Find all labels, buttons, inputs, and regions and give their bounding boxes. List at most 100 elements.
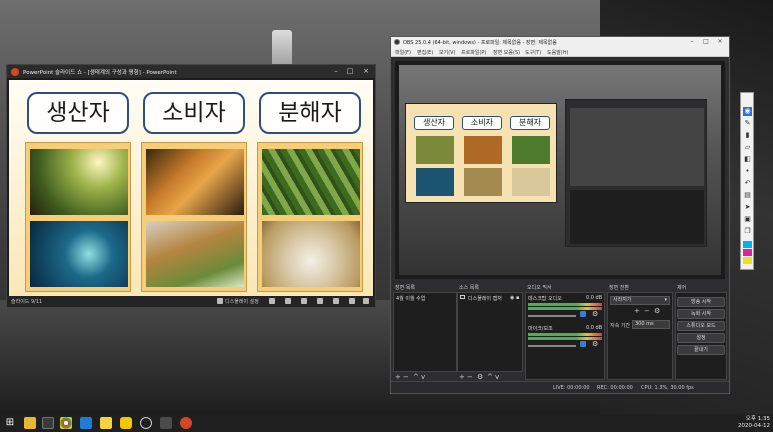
obs-taskbar-icon[interactable] (140, 417, 152, 429)
transition-select[interactable]: 사라지기 ▾ (610, 296, 670, 305)
duration-input[interactable]: 300 ms (632, 320, 670, 329)
mixer-channel-name: 마이크/보조 (528, 326, 553, 332)
tiger-image (146, 149, 244, 215)
powerpoint-taskbar-icon[interactable] (180, 417, 192, 429)
magenta-color-swatch[interactable] (743, 249, 752, 256)
nested-concept-consumer: 소비자 (462, 116, 502, 130)
fit-slide-icon[interactable] (363, 298, 369, 304)
slideshow-icon[interactable] (317, 298, 323, 304)
scene-add-icon[interactable]: + (395, 373, 401, 381)
menu-file[interactable]: 파일(F) (395, 49, 411, 56)
gear-icon[interactable]: ⚙ (592, 340, 598, 348)
start-recording-button[interactable]: 녹화 시작 (677, 309, 725, 319)
settings-button[interactable]: 설정 (677, 333, 725, 343)
yellow-color-swatch[interactable] (743, 257, 752, 264)
exit-button[interactable]: 끝내기 (677, 345, 725, 355)
volume-slider[interactable] (528, 345, 576, 347)
edge-icon[interactable] (80, 417, 92, 429)
normal-view-icon[interactable] (269, 298, 275, 304)
source-add-icon[interactable]: + (459, 373, 465, 381)
preview-capture: 생산자 소비자 분해자 (399, 65, 721, 275)
minimize-icon[interactable]: – (331, 67, 341, 76)
maximize-icon[interactable]: □ (701, 38, 711, 46)
audio-meter (528, 337, 602, 340)
rec-timer: REC: 00:00:00 (597, 385, 633, 391)
undo-icon[interactable]: ↶ (743, 179, 752, 188)
menu-edit[interactable]: 편집(E) (417, 49, 433, 56)
speaker-icon[interactable] (580, 341, 586, 347)
sources-panel[interactable]: 디스플레이 캡처 ◉ ▪ (457, 292, 523, 372)
display-settings-icon[interactable] (217, 298, 223, 304)
menu-view[interactable]: 보기(V) (439, 49, 456, 56)
menu-scene-collection[interactable]: 장면 모음(S) (493, 49, 520, 56)
volume-slider[interactable] (528, 315, 576, 317)
studio-mode-button[interactable]: 스튜디오 모드 (677, 321, 725, 331)
cyan-color-swatch[interactable] (743, 241, 752, 248)
obs-preview[interactable]: 생산자 소비자 분해자 (395, 61, 725, 279)
transition-remove-icon[interactable]: − (644, 307, 650, 315)
marker-icon[interactable]: ▮ (743, 131, 752, 140)
zoom-in-icon[interactable] (349, 298, 355, 304)
sources-dock-title: 소스 목록 (459, 285, 479, 291)
eraser-icon[interactable]: ◧ (743, 155, 752, 164)
scene-up-icon[interactable]: ^ (413, 373, 419, 381)
slide-sorter-icon[interactable] (285, 298, 291, 304)
nested-algae-image (416, 168, 454, 196)
close-icon[interactable]: × (361, 67, 371, 76)
maximize-icon[interactable]: □ (345, 67, 355, 76)
source-settings-icon[interactable]: ⚙ (477, 373, 483, 381)
scenes-panel[interactable]: 4월 이월 수업 (393, 292, 457, 372)
start-streaming-button[interactable]: 방송 시작 (677, 297, 725, 307)
display-settings-label[interactable]: 디스플레이 설정 (225, 298, 259, 305)
store-icon[interactable] (42, 417, 54, 429)
cursor-icon[interactable]: ➤ (743, 203, 752, 212)
source-remove-icon[interactable]: − (467, 373, 473, 381)
pen-icon[interactable]: ✎ (743, 119, 752, 128)
source-item[interactable]: 디스플레이 캡처 (468, 295, 502, 302)
transition-settings-icon[interactable]: ⚙ (654, 307, 660, 315)
cpu-fps: CPU: 1.3%, 30.00 fps (641, 385, 694, 391)
zoom-out-icon[interactable] (333, 298, 339, 304)
chrome-icon[interactable] (60, 417, 72, 429)
scene-down-icon[interactable]: v (421, 373, 425, 381)
lock-icon[interactable]: ▪ (516, 295, 519, 301)
powerpoint-window[interactable]: PowerPoint 슬라이드 쇼 - [생태계의 구성과 평형] - Powe… (6, 64, 376, 308)
consumer-column (141, 142, 247, 292)
highlighter-icon[interactable]: ▱ (743, 143, 752, 152)
menu-help[interactable]: 도움말(H) (547, 49, 568, 56)
windows-start-icon[interactable]: ⊞ (4, 417, 16, 429)
nested-concept-decomposer: 분해자 (510, 116, 550, 130)
obs-titlebar[interactable]: OBS 25.0.4 (64-bit, windows) - 프로파일: 제목없… (391, 37, 729, 47)
file-explorer-icon[interactable] (24, 417, 36, 429)
system-clock[interactable]: 오후 1:35 2020-04-12 (736, 416, 770, 430)
eye-icon[interactable]: ◉ (743, 107, 752, 116)
scene-remove-icon[interactable]: − (403, 373, 409, 381)
source-up-icon[interactable]: ^ (487, 373, 493, 381)
menu-tools[interactable]: 도구(T) (525, 49, 541, 56)
close-icon[interactable]: × (715, 38, 725, 46)
transition-add-icon[interactable]: + (634, 307, 640, 315)
ppt-titlebar[interactable]: PowerPoint 슬라이드 쇼 - [생태계의 구성과 평형] - Powe… (7, 65, 375, 78)
transitions-panel: 사라지기 ▾ + − ⚙ 지속 기간 300 ms (607, 292, 673, 380)
nested-mold-image (512, 168, 550, 196)
visibility-eye-icon[interactable]: ◉ (510, 295, 514, 301)
gear-icon[interactable]: ⚙ (592, 310, 598, 318)
menu-profile[interactable]: 프로파일(P) (461, 49, 486, 56)
scene-item[interactable]: 4월 이월 수업 (396, 295, 425, 302)
minimize-icon[interactable]: – (687, 38, 697, 46)
pen-app-icon[interactable] (160, 417, 172, 429)
dot-icon[interactable]: • (743, 167, 752, 176)
kakaotalk-icon[interactable] (120, 417, 132, 429)
copy-icon[interactable]: ❐ (743, 227, 752, 236)
obs-window[interactable]: OBS 25.0.4 (64-bit, windows) - 프로파일: 제목없… (390, 36, 730, 394)
source-down-icon[interactable]: v (495, 373, 499, 381)
clipboard-icon[interactable]: ▣ (743, 215, 752, 224)
concept-consumer: 소비자 (143, 92, 245, 134)
live-timer: LIVE: 00:00:00 (553, 385, 590, 391)
nested-seedling-image (416, 136, 454, 164)
slide-canvas[interactable]: 생산자 소비자 분해자 (9, 80, 373, 296)
speaker-icon[interactable] (580, 311, 586, 317)
sticky-notes-icon[interactable] (100, 417, 112, 429)
reading-view-icon[interactable] (301, 298, 307, 304)
trash-icon[interactable]: ▤ (743, 191, 752, 200)
